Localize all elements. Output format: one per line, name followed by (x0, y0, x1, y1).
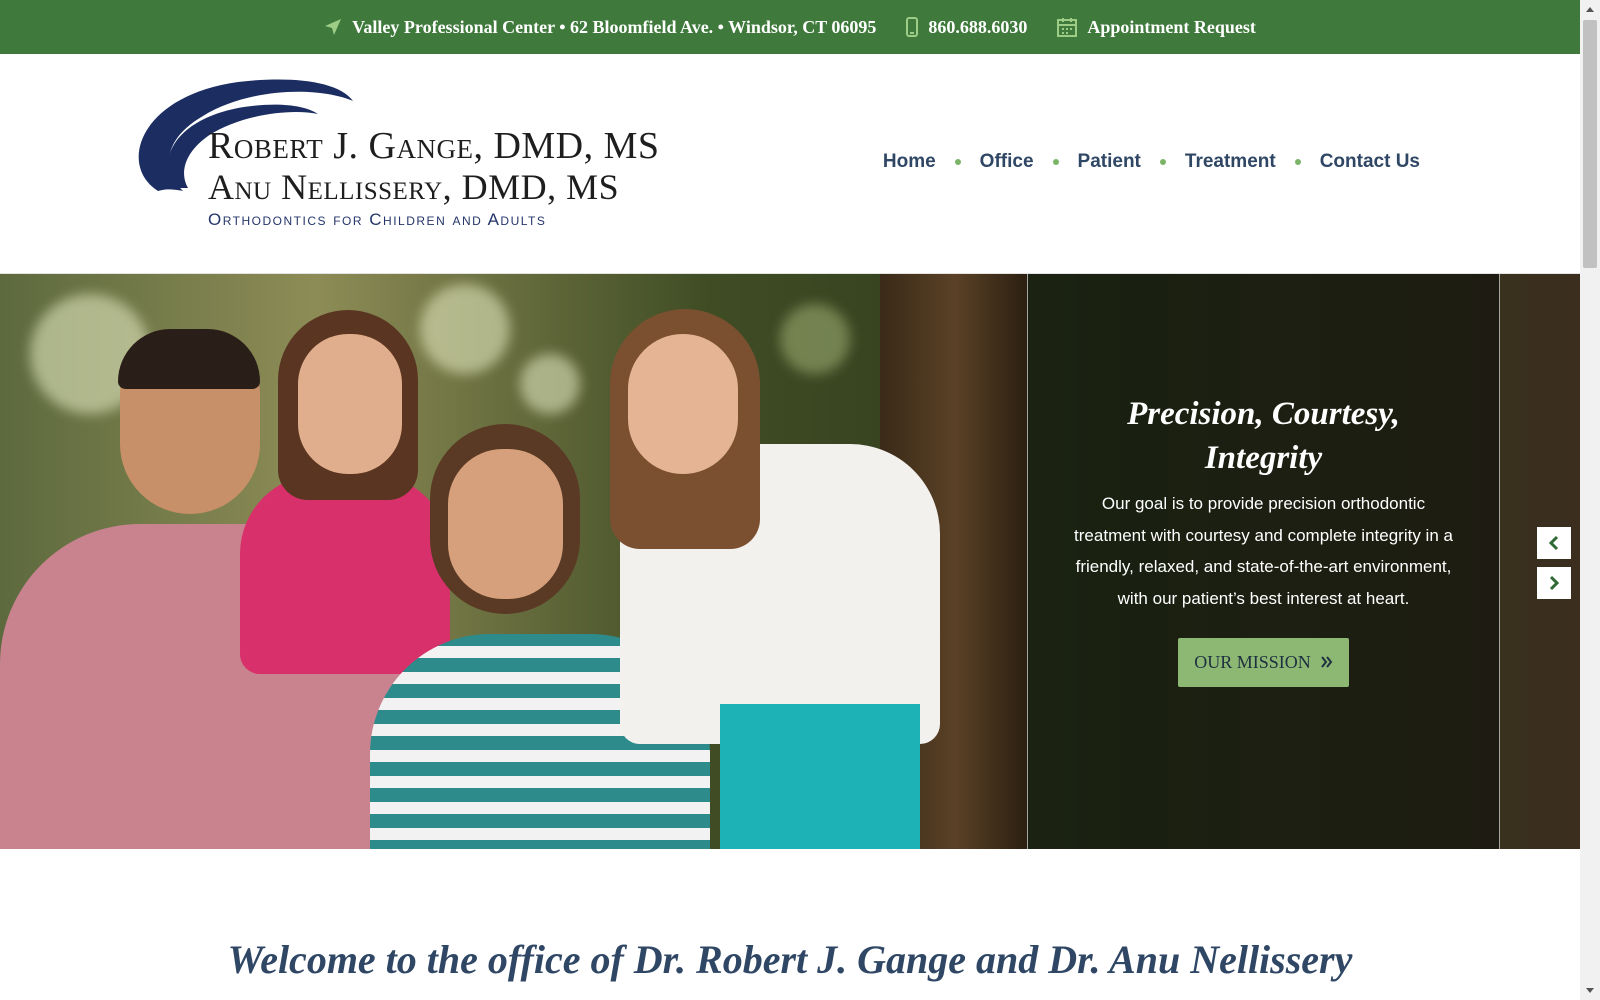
nav-separator (1052, 159, 1059, 165)
phone-item[interactable]: 860.688.6030 (906, 17, 1027, 38)
slider-prev-button[interactable] (1537, 527, 1571, 559)
logo-line-1: Robert J. Gange, DMD, MS (208, 125, 660, 167)
top-info-bar: Valley Professional Center • 62 Bloomfie… (0, 0, 1580, 54)
hero-body-text: Our goal is to provide precision orthodo… (1074, 494, 1453, 608)
nav-home[interactable]: Home (883, 151, 936, 173)
hero-slider: Precision, Courtesy, Integrity Our goal … (0, 274, 1580, 849)
nav-separator (1294, 159, 1301, 165)
scrollbar-thumb[interactable] (1583, 20, 1597, 268)
chevron-right-icon (1549, 575, 1560, 591)
scroll-up-arrow-icon[interactable] (1580, 0, 1600, 18)
nav-office[interactable]: Office (980, 151, 1034, 173)
appointment-item[interactable]: Appointment Request (1057, 17, 1256, 38)
logo-tagline: Orthodontics for Children and Adults (208, 210, 547, 229)
nav-contact-us[interactable]: Contact Us (1320, 151, 1420, 173)
slider-next-button[interactable] (1537, 567, 1571, 599)
address-item[interactable]: Valley Professional Center • 62 Bloomfie… (324, 17, 876, 38)
hero-caption-panel: Precision, Courtesy, Integrity Our goal … (1027, 274, 1500, 849)
address-text: Valley Professional Center • 62 Bloomfie… (352, 16, 877, 37)
scroll-down-arrow-icon[interactable] (1580, 982, 1600, 1000)
logo-line-2: Anu Nellissery, DMD, MS (208, 167, 620, 207)
page-scrollbar[interactable] (1580, 0, 1600, 1000)
slider-arrows (1537, 527, 1571, 599)
our-mission-label: Our Mission (1194, 652, 1311, 672)
nav-treatment[interactable]: Treatment (1185, 151, 1276, 173)
calendar-icon (1057, 17, 1078, 37)
location-arrow-icon (324, 18, 342, 36)
nav-patient[interactable]: Patient (1078, 151, 1141, 173)
nav-separator (1159, 159, 1166, 165)
nav-separator (954, 159, 961, 165)
our-mission-button[interactable]: Our Mission (1178, 638, 1349, 687)
site-header: Robert J. Gange, DMD, MS Anu Nellissery,… (0, 54, 1580, 274)
site-logo[interactable]: Robert J. Gange, DMD, MS Anu Nellissery,… (128, 76, 698, 236)
hero-heading: Precision, Courtesy, Integrity (1127, 396, 1400, 476)
appointment-text: Appointment Request (1087, 16, 1256, 37)
welcome-title: Welcome to the office of Dr. Robert J. G… (227, 937, 1353, 982)
phone-text: 860.688.6030 (928, 16, 1028, 37)
double-chevron-right-icon (1320, 652, 1333, 673)
mobile-phone-icon (906, 17, 919, 37)
main-nav: Home Office Patient Treatment Contact Us (883, 151, 1420, 173)
hero-family-photo (0, 274, 1027, 849)
chevron-left-icon (1548, 535, 1559, 551)
